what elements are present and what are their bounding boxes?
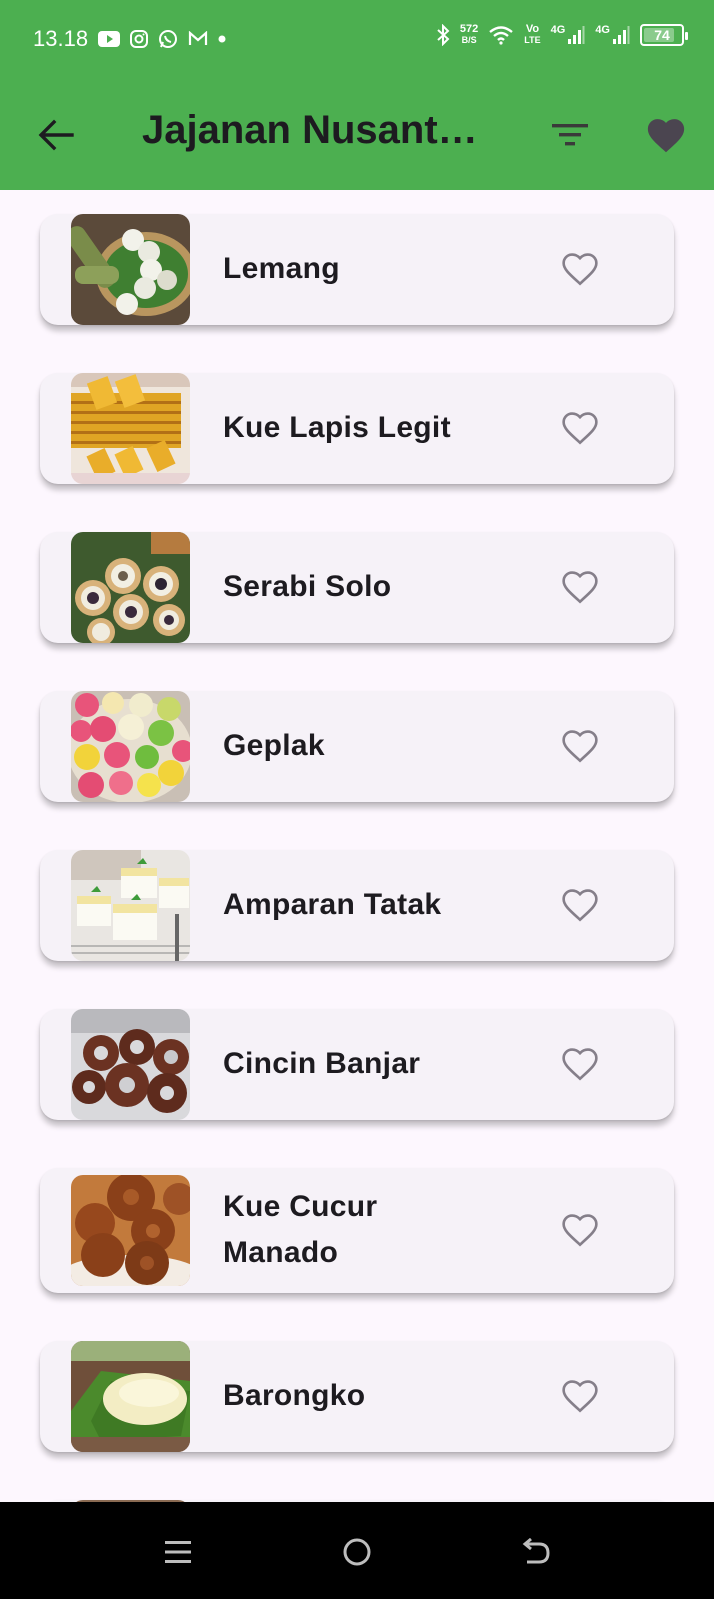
signal1-label: 4G [550, 24, 566, 36]
food-image-cincin-banjar [71, 1009, 190, 1120]
youtube-icon [98, 31, 121, 47]
instagram-icon [130, 30, 149, 48]
filter-button[interactable] [548, 113, 592, 157]
battery-level: 74 [654, 27, 670, 43]
status-bar: 13.18 572 B/S Vo LTE 4G 4G 74 [0, 0, 714, 80]
volte-top: Vo [525, 23, 540, 35]
food-image-serabi-solo [71, 532, 190, 643]
back-button[interactable] [34, 113, 78, 157]
food-image-barongko [71, 1341, 190, 1452]
food-image-amparan-tatak [71, 850, 190, 961]
favorite-toggle-button[interactable] [558, 724, 602, 768]
favorite-toggle-button[interactable] [558, 1374, 602, 1418]
system-back-button[interactable] [516, 1532, 556, 1572]
back-arrow-icon [522, 1538, 550, 1564]
food-name: Kue Cucur Manado [223, 1190, 378, 1269]
heart-outline-icon [562, 889, 598, 922]
notification-dot-icon [218, 35, 226, 43]
signal-icon-1: 4G [551, 25, 586, 45]
signal2-label: 4G [595, 24, 610, 36]
heart-outline-icon [562, 1380, 598, 1413]
food-name: Cincin Banjar [223, 1047, 421, 1080]
food-list[interactable]: Lemang Kue Lapis Legit Serabi Solo Gepla… [0, 190, 714, 1502]
mail-icon [188, 31, 208, 47]
favorite-toggle-button[interactable] [558, 883, 602, 927]
filter-icon [552, 124, 588, 146]
signal-icon-2: 4G [595, 25, 630, 45]
menu-lines-icon [165, 1541, 191, 1563]
food-image-kue-cucur-manado [71, 1175, 190, 1286]
favorite-toggle-button[interactable] [558, 247, 602, 291]
favorite-toggle-button[interactable] [558, 565, 602, 609]
heart-outline-icon [562, 1048, 598, 1081]
food-image-geplak [71, 691, 190, 802]
food-name: Amparan Tatak [223, 888, 442, 921]
volte-bottom: LTE [524, 35, 541, 45]
food-image-kue-lapis-legit [71, 373, 190, 484]
favorite-toggle-button[interactable] [558, 1042, 602, 1086]
network-speed-unit: B/S [461, 35, 477, 45]
whatsapp-icon [158, 29, 178, 49]
list-item[interactable]: Barongko [40, 1341, 674, 1452]
heart-outline-icon [562, 571, 598, 604]
arrow-left-icon [38, 119, 74, 151]
food-name: Serabi Solo [223, 570, 392, 603]
food-image-lemang [71, 214, 190, 325]
system-navigation-bar [0, 1502, 714, 1599]
wifi-icon [488, 25, 514, 45]
food-name: Geplak [223, 729, 325, 762]
home-button[interactable] [337, 1532, 377, 1572]
volte-icon: Vo LTE [524, 24, 540, 46]
bluetooth-icon [436, 24, 450, 46]
network-speed-value: 572 [459, 23, 479, 35]
network-speed: 572 B/S [460, 24, 478, 46]
circle-home-icon [343, 1538, 371, 1566]
food-name: Lemang [223, 252, 340, 285]
heart-outline-icon [562, 730, 598, 763]
heart-outline-icon [562, 412, 598, 445]
battery-icon: 74 [640, 24, 688, 46]
heart-filled-icon [647, 119, 685, 153]
favorites-button[interactable] [642, 111, 690, 159]
list-item[interactable]: Geplak [40, 691, 674, 802]
list-item[interactable]: Amparan Tatak [40, 850, 674, 961]
list-item[interactable]: Serabi Solo [40, 532, 674, 643]
food-name: Barongko [223, 1379, 366, 1412]
page-title: Jajanan Nusantara [142, 108, 482, 152]
status-time: 13.18 [33, 26, 89, 51]
food-name: Kue Lapis Legit [223, 411, 451, 444]
favorite-toggle-button[interactable] [558, 1208, 602, 1252]
recent-apps-button[interactable] [158, 1532, 198, 1572]
list-item[interactable]: Kue Cucur Manado [40, 1168, 674, 1293]
heart-outline-icon [562, 253, 598, 286]
favorite-toggle-button[interactable] [558, 406, 602, 450]
list-item[interactable]: Cincin Banjar [40, 1009, 674, 1120]
app-bar: Jajanan Nusantara [0, 80, 714, 190]
list-item[interactable]: Lemang [40, 214, 674, 325]
list-item[interactable]: Kue Lapis Legit [40, 373, 674, 484]
heart-outline-icon [562, 1214, 598, 1247]
